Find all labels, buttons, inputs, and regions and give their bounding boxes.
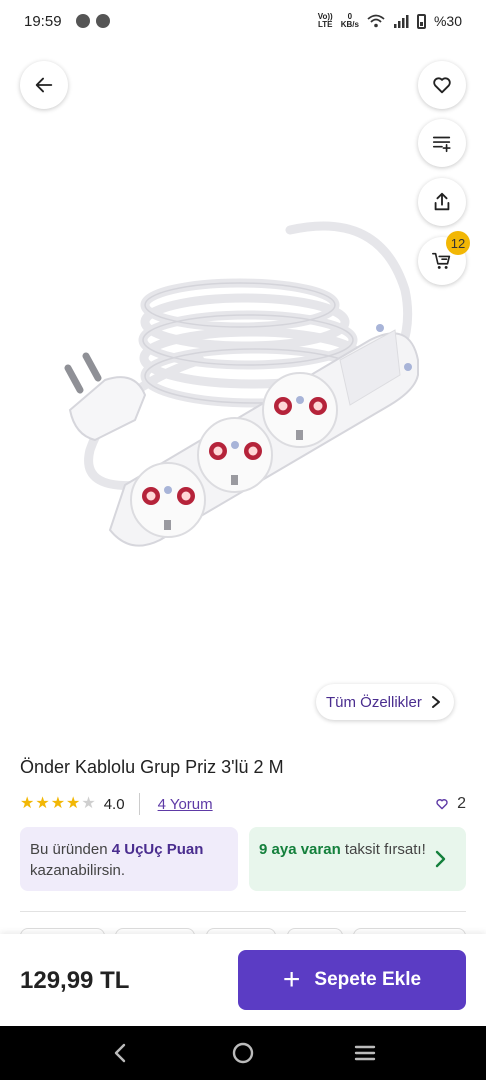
points-suffix: kazanabilirsin. — [30, 862, 126, 879]
volte-bottom: LTE — [317, 20, 333, 29]
add-to-cart-button[interactable]: + Sepete Ekle — [238, 950, 466, 1010]
system-nav-bar — [0, 1026, 486, 1080]
reviews-link[interactable]: 4 Yorum — [158, 796, 213, 813]
battery-level: %30 — [433, 13, 462, 29]
notification-icon — [95, 14, 110, 28]
all-features-button[interactable]: Tüm Özellikler — [316, 684, 454, 720]
likes-count: 2 — [457, 795, 466, 812]
installment-months: 9 aya varan — [259, 841, 341, 858]
rating-row: ★ ★ ★ ★ ★ 4.0 4 Yorum 2 — [20, 792, 466, 816]
star-icon: ★ — [20, 795, 35, 812]
back-nav-icon[interactable] — [108, 1040, 134, 1066]
cart-icon — [432, 252, 451, 269]
rating-value: 4.0 — [103, 795, 125, 813]
speed-indicator: 0 KB/s — [341, 13, 359, 29]
star-icon: ★ — [66, 795, 81, 812]
notification-icons — [75, 14, 110, 28]
wifi-icon — [367, 14, 385, 28]
installment-text: taksit fırsatı! — [340, 841, 426, 858]
heart-outline-icon — [436, 799, 448, 810]
back-button[interactable] — [20, 61, 68, 109]
product-image[interactable] — [50, 210, 430, 570]
share-icon — [434, 192, 450, 211]
star-empty-icon: ★ — [81, 795, 96, 812]
chevron-right-icon — [435, 850, 446, 868]
home-nav-icon[interactable] — [230, 1040, 256, 1066]
plus-icon: + — [282, 963, 301, 996]
purchase-bar: 129,99 TL + Sepete Ekle — [0, 934, 486, 1026]
chevron-right-icon — [431, 696, 440, 708]
signal-icon — [393, 15, 409, 28]
cart-count-badge: 12 — [446, 231, 470, 255]
heart-icon — [433, 77, 451, 94]
favorite-button[interactable] — [418, 61, 466, 109]
points-promo-card[interactable]: Bu üründen 4 UçUç Puan kazanabilirsin. — [20, 827, 238, 891]
section-divider — [20, 911, 466, 912]
all-features-label: Tüm Özellikler — [326, 693, 422, 711]
divider — [138, 793, 140, 815]
arrow-left-icon — [35, 77, 53, 93]
speed-unit: KB/s — [340, 20, 359, 29]
star-rating: ★ ★ ★ ★ ★ — [20, 796, 96, 812]
points-amount: 4 UçUç Puan — [111, 841, 204, 858]
add-to-list-button[interactable] — [418, 119, 466, 167]
product-title: Önder Kablolu Grup Priz 3'lü 2 M — [20, 757, 284, 777]
price: 129,99 TL — [20, 967, 130, 994]
star-icon: ★ — [35, 795, 50, 812]
status-time: 19:59 — [24, 12, 62, 30]
likes[interactable]: 2 — [435, 795, 466, 813]
points-prefix: Bu üründen — [30, 841, 112, 858]
add-to-cart-label: Sepete Ekle — [314, 969, 422, 990]
status-bar: 19:59 Vo)) LTE 0 KB/s %30 — [0, 0, 486, 42]
add-to-list-icon — [432, 136, 451, 153]
volte-indicator: Vo)) LTE — [318, 13, 333, 29]
status-right: Vo)) LTE 0 KB/s %30 — [318, 13, 462, 30]
battery-icon — [416, 13, 426, 29]
star-icon: ★ — [50, 795, 66, 812]
notification-icon — [75, 14, 90, 28]
installment-promo-card[interactable]: 9 aya varan taksit fırsatı! — [249, 827, 466, 891]
recents-nav-icon[interactable] — [352, 1040, 378, 1066]
